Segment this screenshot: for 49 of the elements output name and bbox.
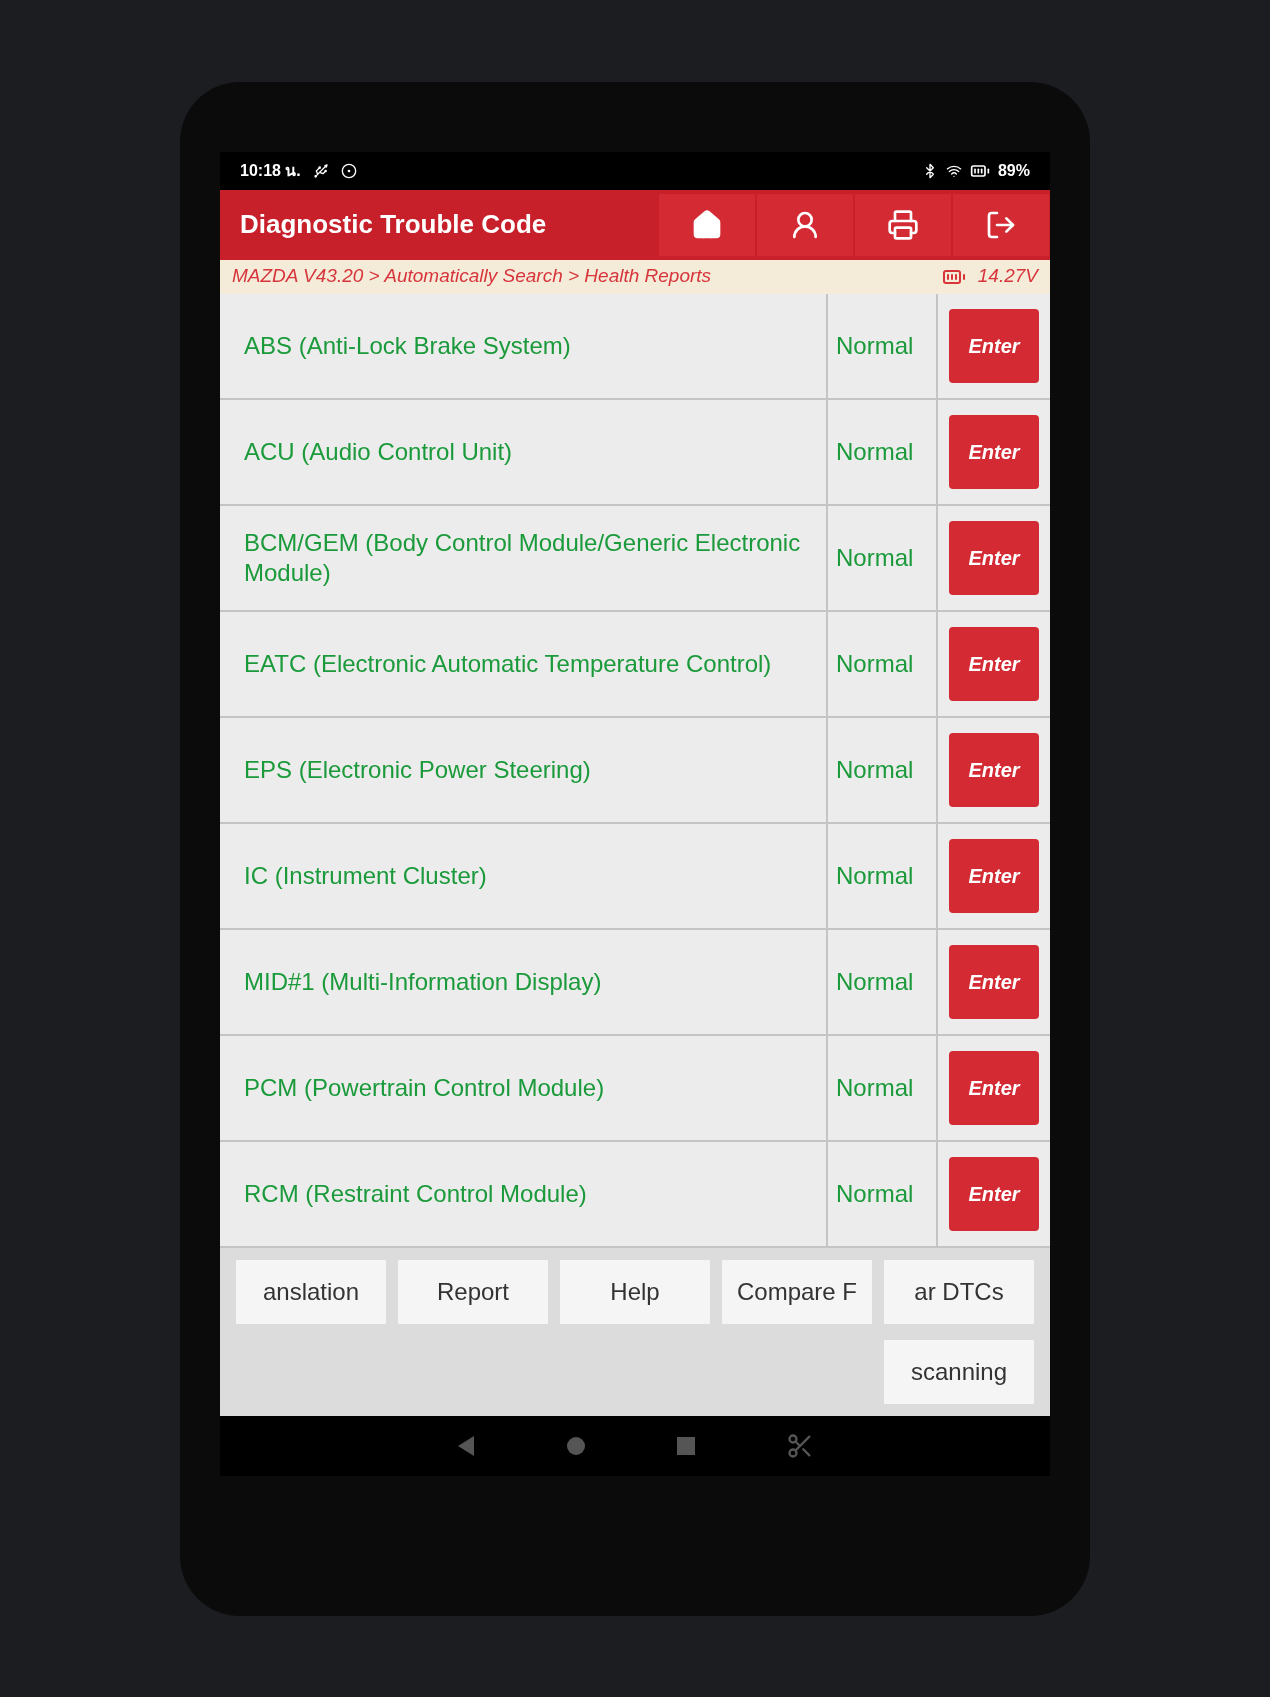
system-name: ACU (Audio Control Unit) xyxy=(244,436,513,467)
enter-button[interactable]: Enter xyxy=(949,520,1039,595)
system-status: Normal xyxy=(836,648,914,679)
back-icon[interactable] xyxy=(456,1434,476,1457)
usb-icon xyxy=(312,162,329,179)
system-status: Normal xyxy=(836,966,914,997)
header-title: Diagnostic Trouble Code xyxy=(239,208,548,241)
enter-button[interactable]: Enter xyxy=(949,1050,1039,1125)
system-status: Normal xyxy=(836,754,914,785)
status-time: 10:18 น. xyxy=(240,160,301,181)
enter-button[interactable]: Enter xyxy=(949,414,1039,489)
home-icon[interactable] xyxy=(566,1435,586,1456)
toolbar-button[interactable]: scanning xyxy=(884,1339,1034,1404)
voltage-reading: 14.27V xyxy=(977,264,1038,289)
system-name: ABS (Anti-Lock Brake System) xyxy=(244,330,571,361)
system-name: IC (Instrument Cluster) xyxy=(244,860,487,891)
system-name: BCM/GEM (Body Control Module/Generic Electronic Module) xyxy=(244,527,802,588)
toolbar-button[interactable]: anslation xyxy=(236,1259,386,1324)
enter-button[interactable]: Enter xyxy=(949,838,1039,913)
system-status: Normal xyxy=(836,542,914,573)
system-name: EATC (Electronic Automatic Temperature Control) xyxy=(244,648,772,679)
toolbar-button[interactable]: Report xyxy=(398,1259,548,1324)
recents-icon[interactable] xyxy=(676,1435,696,1456)
system-name: MID#1 (Multi-Information Display) xyxy=(244,966,602,997)
toolbar-button[interactable]: Help xyxy=(560,1259,710,1324)
enter-button[interactable]: Enter xyxy=(949,626,1039,701)
header-action-button[interactable] xyxy=(757,193,853,256)
header-action-button[interactable] xyxy=(855,193,951,256)
system-name: PCM (Powertrain Control Module) xyxy=(244,1072,605,1103)
header-action-button[interactable] xyxy=(953,193,1049,256)
toolbar-button[interactable]: Compare F xyxy=(722,1259,872,1324)
system-status: Normal xyxy=(836,860,914,891)
enter-button[interactable]: Enter xyxy=(949,1156,1039,1231)
home-icon xyxy=(691,208,723,241)
enter-button[interactable]: Enter xyxy=(949,308,1039,383)
system-status: Normal xyxy=(836,330,914,361)
system-status: Normal xyxy=(836,1178,914,1209)
system-name: EPS (Electronic Power Steering) xyxy=(244,754,591,785)
status-icon xyxy=(340,162,357,179)
breadcrumb-path: MAZDA V43.20 > Automatically Search > Health Reports xyxy=(232,264,712,289)
enter-button[interactable]: Enter xyxy=(949,732,1039,807)
system-status: Normal xyxy=(836,436,914,467)
system-status: Normal xyxy=(836,1072,914,1103)
system-name: RCM (Restraint Control Module) xyxy=(244,1178,587,1209)
battery-percent: 89% xyxy=(997,160,1030,181)
printer-icon xyxy=(887,208,919,241)
enter-button[interactable]: Enter xyxy=(949,944,1039,1019)
header-action-button[interactable] xyxy=(659,193,755,256)
toolbar-button[interactable]: ar DTCs xyxy=(884,1259,1034,1324)
